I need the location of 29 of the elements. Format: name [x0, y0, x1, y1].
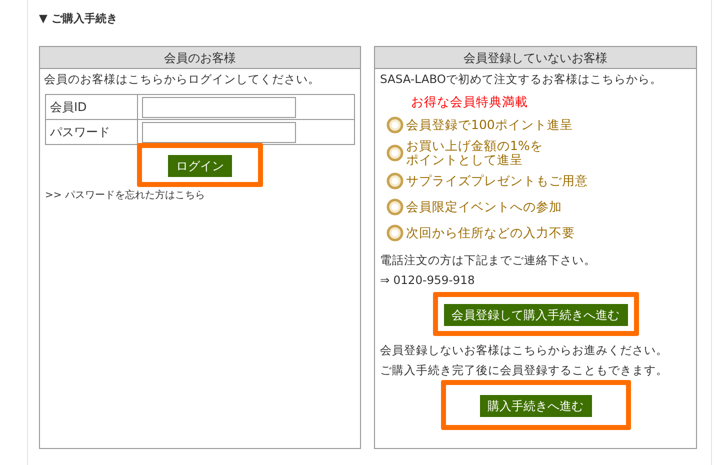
ring-icon: [386, 144, 404, 162]
benefit-text: サプライズプレゼントもご用意: [406, 174, 588, 188]
benefits-title: お得な会員特典満載: [410, 93, 529, 112]
forgot-password-link[interactable]: >> パスワードを忘れた方はこちら: [40, 188, 360, 204]
panel-text: 会員登録しないお客様はこちらからお進みください。: [379, 342, 669, 358]
panel-text: ご購入手続き完了後に会員登録することもできます。: [379, 362, 669, 378]
action-button[interactable]: ログイン: [168, 155, 232, 178]
field-label: 会員ID: [46, 94, 138, 120]
panel-text: 電話注文の方は下記までご連絡下さい。: [379, 252, 597, 269]
phone-number: ⇒ 0120-959-918: [379, 272, 476, 290]
benefit-text: ポイントとして進呈: [406, 153, 524, 167]
action-button[interactable]: 会員登録して購入手続きへ進む: [444, 304, 628, 326]
benefit-text: お買い上げ金額の1%を: [406, 139, 543, 153]
section-heading: ▼ ご購入手続き: [39, 11, 118, 27]
input-field[interactable]: [142, 96, 296, 118]
ring-icon: [386, 172, 404, 190]
benefit-text: 会員登録で100ポイント進呈: [406, 118, 573, 132]
panel-text: SASA-LABOで初めて注文するお客様はこちらから。: [379, 71, 663, 88]
field-label: パスワード: [46, 120, 138, 145]
ring-icon: [386, 198, 404, 216]
ring-icon: [386, 116, 404, 134]
input-field[interactable]: [142, 122, 296, 143]
panel-title: 会員登録していないお客様: [375, 47, 696, 69]
benefit-text: 次回から住所などの入力不要: [406, 226, 575, 240]
action-button[interactable]: 購入手続きへ進む: [480, 394, 592, 416]
benefit-text: 会員限定イベントへの参加: [406, 200, 562, 214]
panel-text: 会員のお客様はこちらからログインしてください。: [43, 71, 321, 88]
panel-title: 会員のお客様: [40, 47, 360, 69]
ring-icon: [386, 224, 404, 242]
